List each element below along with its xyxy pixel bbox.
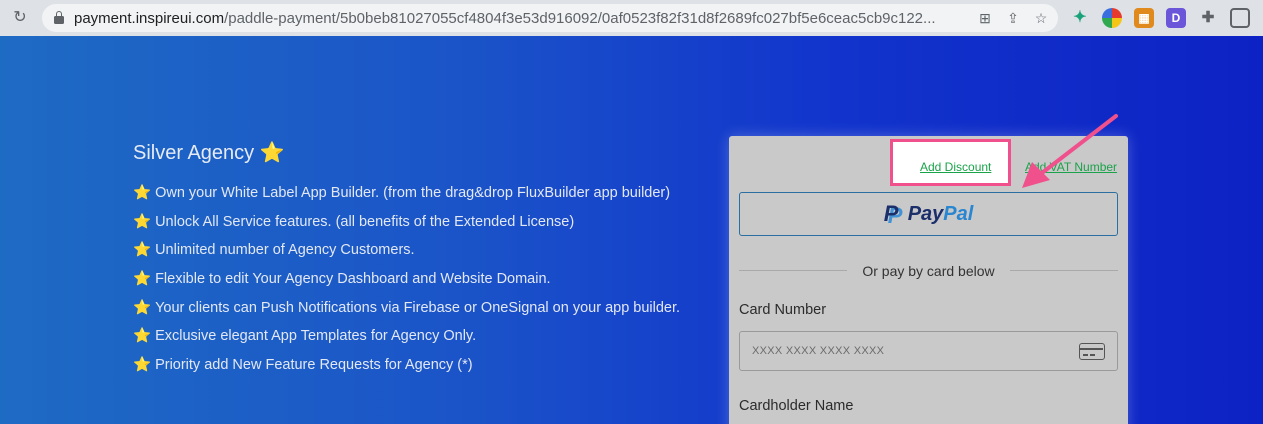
url-host: payment.inspireui.com [74, 10, 225, 27]
paypal-button[interactable]: PP PayPal [739, 192, 1118, 236]
list-item: ⭐ Unlock All Service features. (all benef… [133, 213, 575, 230]
plan-title-text: Silver Agency [133, 142, 255, 164]
reload-icon[interactable]: ↻ [10, 8, 30, 28]
url-path: /paddle-payment/5b0beb81027055cf4804f3e5… [224, 10, 936, 27]
grid-extension-icon[interactable]: ▦ [1134, 8, 1154, 28]
credit-card-icon [1079, 343, 1105, 360]
list-item: ⭐ Flexible to edit Your Agency Dashboard … [133, 271, 551, 288]
translate-icon[interactable]: ⊞ [976, 9, 994, 27]
card-number-label: Card Number [739, 302, 827, 318]
lock-icon[interactable] [54, 11, 64, 24]
star-icon: ⭐ [133, 185, 152, 201]
cardholder-name-label: Cardholder Name [739, 398, 854, 414]
hummingbird-extension-icon[interactable]: ✦ [1070, 8, 1090, 28]
sidebar-panel-icon[interactable] [1230, 8, 1250, 28]
paypal-logo-icon: PP [883, 201, 903, 228]
paypal-wordmark: PayPal [907, 202, 974, 225]
list-item: ⭐ Own your White Label App Builder. (from… [133, 185, 671, 201]
address-bar[interactable]: payment.inspireui.com/paddle-payment/5b0… [42, 4, 1058, 32]
pink-arrow-annotation [1022, 114, 1118, 188]
list-item: ⭐ Priority add New Feature Requests for A… [133, 357, 473, 374]
browser-toolbar: ↻ payment.inspireui.com/paddle-payment/5… [0, 0, 1263, 36]
star-icon: ⭐ [133, 213, 152, 230]
url-text[interactable]: payment.inspireui.com/paddle-payment/5b0… [74, 10, 996, 27]
divider-text: Or pay by card below [862, 263, 995, 279]
list-item: ⭐ Your clients can Push Notifications via… [133, 299, 681, 316]
pay-by-card-divider: Or pay by card below [739, 261, 1118, 281]
list-item: ⭐ Exclusive elegant App Templates for Age… [133, 328, 477, 345]
star-icon: ⭐ [133, 271, 152, 288]
payment-page: Silver Agency ⭐ ⭐ Own your White Label Ap… [0, 36, 1263, 424]
add-discount-link[interactable]: Add Discount [920, 160, 991, 174]
card-number-placeholder: XXXX XXXX XXXX XXXX [752, 345, 885, 357]
list-item: ⭐ Unlimited number of Agency Customers. [133, 242, 415, 259]
star-icon: ⭐ [133, 299, 152, 316]
share-icon[interactable]: ⇪ [1004, 9, 1022, 27]
plan-title: Silver Agency ⭐ [133, 140, 285, 165]
card-number-input[interactable]: XXXX XXXX XXXX XXXX [739, 331, 1118, 371]
color-wheel-extension-icon[interactable] [1102, 8, 1122, 28]
star-icon: ⭐ [133, 328, 152, 345]
star-icon: ⭐ [133, 242, 152, 259]
star-icon: ⭐ [259, 142, 285, 164]
bookmark-star-icon[interactable]: ☆ [1032, 9, 1050, 27]
feature-list: ⭐ Own your White Label App Builder. (from… [133, 184, 680, 385]
puzzle-extensions-icon[interactable]: ✚ [1198, 8, 1218, 28]
star-icon: ⭐ [133, 357, 152, 374]
d-extension-icon[interactable]: D [1166, 8, 1186, 28]
